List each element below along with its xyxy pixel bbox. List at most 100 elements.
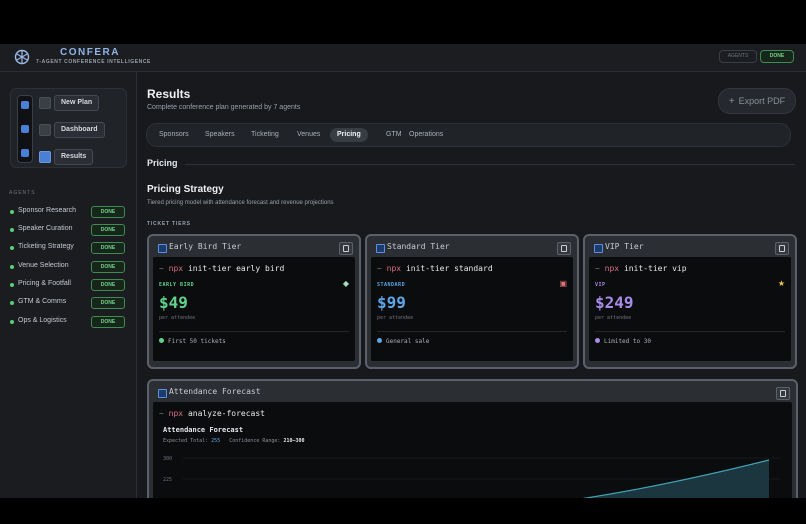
agent-status-badge: DONE [91,206,125,218]
brand-name: CONFERA [60,47,120,58]
gem-icon: ◆ [342,279,349,288]
brand-tagline: 7-AGENT CONFERENCE INTELLIGENCE [36,59,151,65]
tier-price: $99 [377,293,406,312]
card-header: Standard Tier [371,239,573,257]
agent-row-venue-selection[interactable]: Venue Selection DONE [10,260,128,274]
agent-name: Ops & Logistics [18,317,67,324]
top-bar: CONFERA 7-AGENT CONFERENCE INTELLIGENCE … [0,44,806,72]
tier-note: General sale [377,338,429,345]
step-button-results[interactable]: Results [54,149,94,165]
agent-name: Venue Selection [18,262,69,269]
bullet-icon [377,338,382,343]
tier-tag: EARLY BIRD [159,282,195,288]
status-dot [10,301,14,305]
y-tick-label: 225 [163,477,172,483]
agent-name: Speaker Curation [18,225,73,232]
tier-price: $249 [595,293,634,312]
agent-status-badge: DONE [91,316,125,328]
tab-pricing[interactable]: Pricing [330,128,368,142]
agent-row-pricing-footfall[interactable]: Pricing & Footfall DONE [10,278,128,292]
section-divider [185,164,795,165]
divider [377,331,567,332]
agent-status-badge: DONE [91,279,125,291]
copy-icon[interactable] [557,242,571,255]
terminal-icon [594,244,603,253]
agent-status-badge: DONE [91,261,125,273]
rail-dot [21,101,29,109]
price-unit: per attendee [159,315,196,321]
step-checkbox-new-plan[interactable] [39,97,51,109]
copy-icon[interactable] [775,242,789,255]
card-title: Standard Tier [387,242,450,251]
strategy-subtitle: Tiered pricing model with attendance for… [147,200,334,206]
step-button-dashboard[interactable]: Dashboard [54,122,105,138]
stepper-rail [17,95,33,163]
terminal-command: ~ npx init-tier vip [595,264,687,273]
logo-icon [14,49,30,65]
terminal-icon [376,244,385,253]
agent-name: Sponsor Research [18,207,76,214]
agent-row-ops-logistics[interactable]: Ops & Logistics DONE [10,315,128,329]
tier-card-early-bird: Early Bird Tier ~ npx init-tier early bi… [147,234,361,369]
bullet-icon [595,338,600,343]
terminal-command: ~ npx init-tier standard [377,264,493,273]
price-unit: per attendee [595,315,632,321]
card-title: Attendance Forecast [169,387,261,396]
forecast-chart: 300 225 [163,456,781,498]
step-checkbox-results[interactable] [39,151,51,163]
tier-note: First 50 tickets [159,338,226,345]
step-checkbox-dashboard[interactable] [39,124,51,136]
sidebar: New Plan Dashboard Results AGENTS Sponso… [0,72,137,498]
tab-speakers[interactable]: Speakers [198,128,242,142]
export-pdf-label: Export PDF [738,96,786,106]
main-content: Results Complete conference plan generat… [137,72,806,498]
results-tabs: Sponsors Speakers Ticketing Venues Prici… [146,123,791,147]
agent-status-badge: DONE [91,224,125,236]
agent-row-speaker-curation[interactable]: Speaker Curation DONE [10,223,128,237]
agent-status-badge: DONE [91,242,125,254]
agents-section-label: AGENTS [9,190,36,196]
status-dot [10,320,14,324]
status-dot [10,246,14,250]
status-dot [10,265,14,269]
expected-total: 255 [211,438,221,444]
terminal-body: ~ npx init-tier standard STANDARD ▣ $99 … [371,257,573,361]
copy-icon[interactable] [339,242,353,255]
tab-sponsors[interactable]: Sponsors [152,128,196,142]
export-pdf-button[interactable]: + Export PDF [718,88,796,114]
terminal-icon [158,244,167,253]
status-badge: DONE [760,50,794,63]
step-button-new-plan[interactable]: New Plan [54,95,100,111]
tab-operations[interactable]: Operations [402,128,450,142]
card-title: Early Bird Tier [169,242,242,251]
attendance-forecast-panel: Attendance Forecast ~ npx analyze-foreca… [147,379,798,498]
plus-icon: + [728,96,735,107]
y-tick-label: 300 [163,456,172,462]
terminal-icon [158,389,167,398]
tier-card-vip: VIP Tier ~ npx init-tier vip VIP ★ $249 … [583,234,797,369]
terminal-body: ~ npx init-tier vip VIP ★ $249 per atten… [589,257,791,361]
forecast-chart-title: Attendance Forecast [163,426,244,434]
ticket-icon: ▣ [559,279,567,288]
price-unit: per attendee [377,315,414,321]
ticket-tiers-label: TICKET TIERS [147,221,191,227]
agent-status-badge: DONE [91,297,125,309]
card-header: Early Bird Tier [153,239,355,257]
app-window: CONFERA 7-AGENT CONFERENCE INTELLIGENCE … [0,44,806,498]
agent-row-sponsor-research[interactable]: Sponsor Research DONE [10,205,128,219]
strategy-title: Pricing Strategy [147,184,224,195]
tab-venues[interactable]: Venues [290,128,327,142]
workflow-stepper: New Plan Dashboard Results [10,88,127,168]
confidence-range: 210–300 [283,438,305,444]
tier-card-standard: Standard Tier ~ npx init-tier standard S… [365,234,579,369]
terminal-body: ~ npx analyze-forecast Attendance Foreca… [153,402,792,498]
terminal-command: ~ npx analyze-forecast [159,409,265,418]
agent-row-gtm-comms[interactable]: GTM & Comms DONE [10,296,128,310]
agents-chip[interactable]: AGENTS [719,50,757,63]
copy-icon[interactable] [776,387,790,400]
tab-ticketing[interactable]: Ticketing [244,128,286,142]
star-icon: ★ [777,279,785,288]
status-dot [10,210,14,214]
divider [159,331,349,332]
agent-row-ticketing-strategy[interactable]: Ticketing Strategy DONE [10,241,128,255]
